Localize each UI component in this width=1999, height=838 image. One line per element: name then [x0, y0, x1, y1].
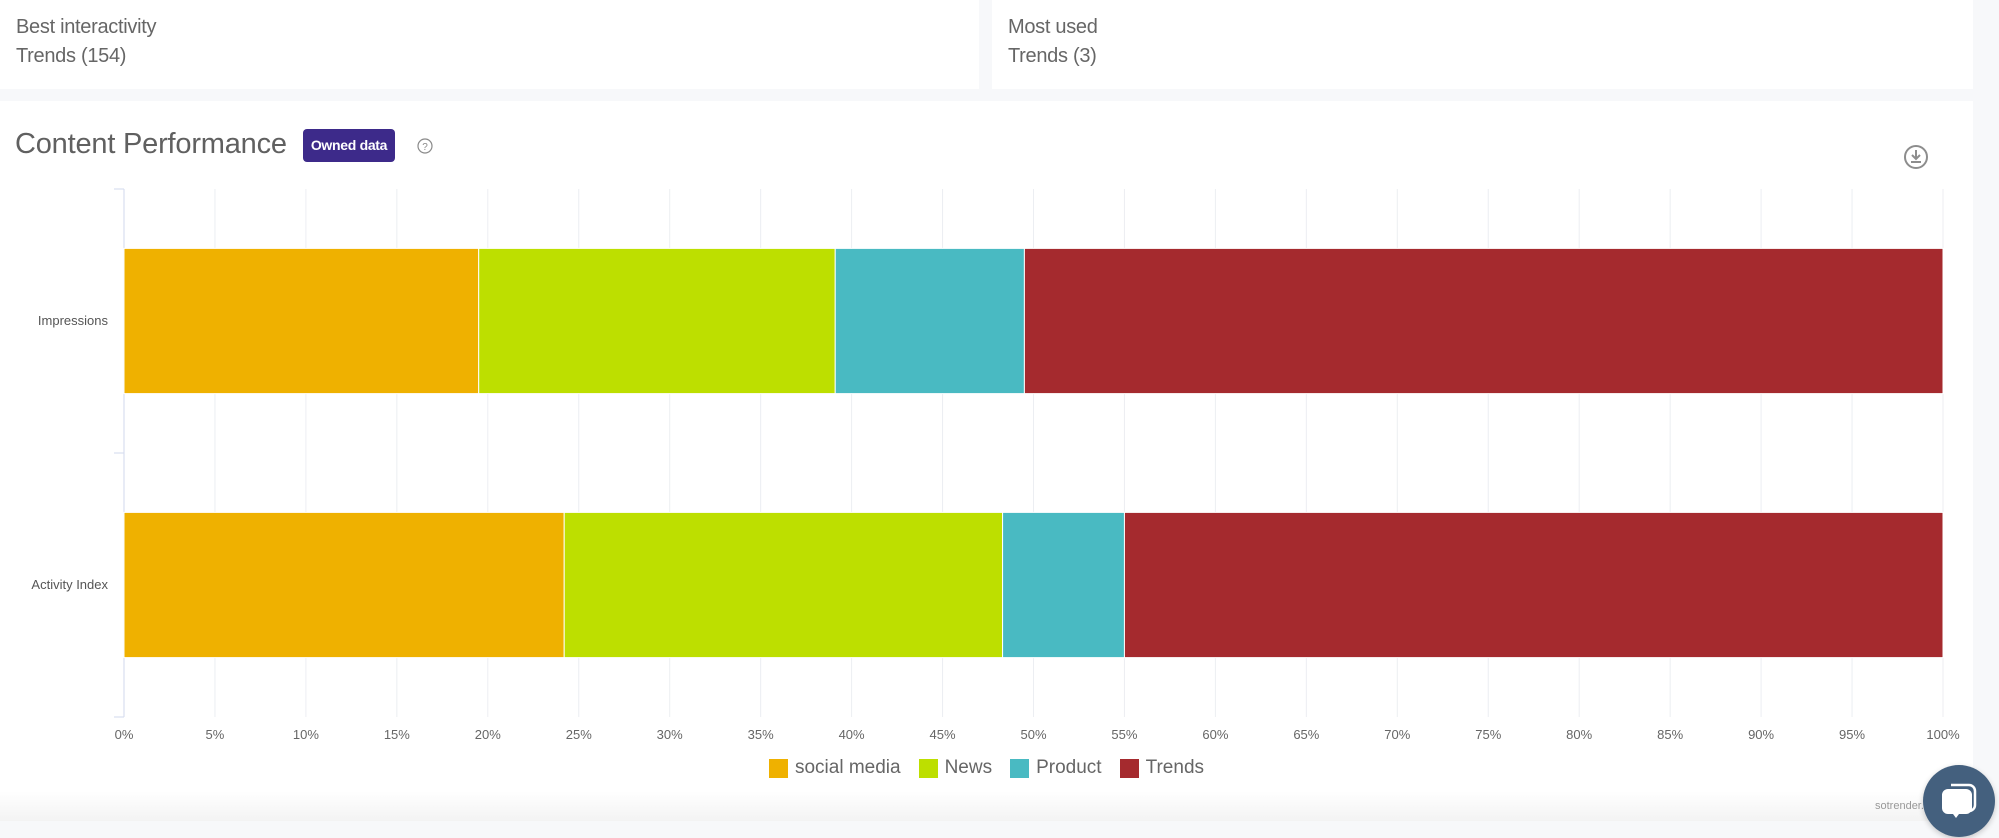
x-tick-label: 25% — [566, 727, 592, 741]
legend-swatch — [1119, 758, 1139, 778]
content-performance-panel: Content Performance Owned data ? Impress… — [0, 101, 1973, 821]
bar-impressions-product[interactable] — [834, 247, 1025, 395]
legend-item-product[interactable]: Product — [1010, 757, 1102, 779]
legend-swatch — [918, 758, 938, 778]
kpi-label: Best interactivity — [16, 16, 157, 38]
axes — [114, 188, 125, 718]
legend-label: News — [944, 757, 993, 778]
kpi-value: Trends (3) — [1008, 45, 1097, 67]
legend-item-trends[interactable]: Trends — [1119, 757, 1205, 779]
bar-impressions-social-media[interactable] — [123, 247, 480, 395]
y-tick-label: Activity Index — [31, 577, 108, 592]
chart-legend: social media News Product Trends — [0, 757, 1973, 784]
y-tick-label: Impressions — [38, 313, 109, 328]
x-tick-label: 60% — [1202, 727, 1228, 741]
chat-icon — [1942, 783, 1977, 818]
kpi-card-most-used: Most used Trends (3) — [992, 0, 1973, 89]
bar-impressions-news[interactable] — [478, 247, 836, 395]
chat-button[interactable] — [1923, 765, 1995, 837]
x-tick-label: 30% — [657, 727, 683, 741]
bar-impressions-trends[interactable] — [1023, 247, 1944, 395]
kpi-label: Most used — [1008, 16, 1098, 38]
x-tick-label: 50% — [1020, 727, 1046, 741]
x-tick-label: 5% — [206, 727, 225, 741]
x-tick-label: 55% — [1111, 727, 1137, 741]
x-tick-label: 65% — [1293, 727, 1319, 741]
x-tick-label: 0% — [115, 727, 134, 741]
legend-item-news[interactable]: News — [918, 757, 993, 779]
legend-label: social media — [794, 757, 901, 778]
x-axis-labels: 0% 5% 10% 15% 20% 25% 30% 35% 40% 45% 50% 55% 60% 65%… — [115, 727, 1960, 741]
x-tick-label: 70% — [1384, 727, 1410, 741]
legend-swatch — [768, 758, 788, 778]
legend-swatch — [1010, 758, 1030, 778]
x-tick-label: 40% — [839, 727, 865, 741]
x-tick-label: 90% — [1748, 727, 1774, 741]
bar-activity-index-news[interactable] — [563, 511, 1004, 659]
panel-footer — [0, 791, 1973, 821]
stacked-bar-chart: Impressions Activity Index 0% 5% 10% 15% 20% 2… — [31, 188, 1960, 741]
x-tick-label: 20% — [475, 727, 501, 741]
page-background-strip — [1973, 0, 1999, 838]
legend-item-social-media[interactable]: social media — [768, 757, 901, 779]
credit-text: sotrender.c — [1875, 800, 1930, 812]
x-tick-label: 95% — [1839, 727, 1865, 741]
x-tick-label: 35% — [748, 727, 774, 741]
kpi-value: Trends (154) — [16, 45, 127, 67]
y-axis-labels: Impressions Activity Index — [31, 313, 108, 592]
x-tick-label: 75% — [1475, 727, 1501, 741]
bar-activity-index-trends[interactable] — [1123, 511, 1944, 659]
x-tick-label: 85% — [1657, 727, 1683, 741]
kpi-card-best-interactivity: Best interactivity Trends (154) — [0, 0, 979, 89]
bar-activity-index-product[interactable] — [1002, 511, 1125, 659]
x-tick-label: 80% — [1566, 727, 1592, 741]
x-tick-label: 10% — [293, 727, 319, 741]
bar-activity-index-social-media[interactable] — [123, 511, 565, 659]
x-tick-label: 100% — [1926, 727, 1960, 741]
x-tick-label: 45% — [930, 727, 956, 741]
legend-label: Product — [1036, 757, 1102, 778]
x-tick-label: 15% — [384, 727, 410, 741]
legend-label: Trends — [1145, 757, 1205, 778]
